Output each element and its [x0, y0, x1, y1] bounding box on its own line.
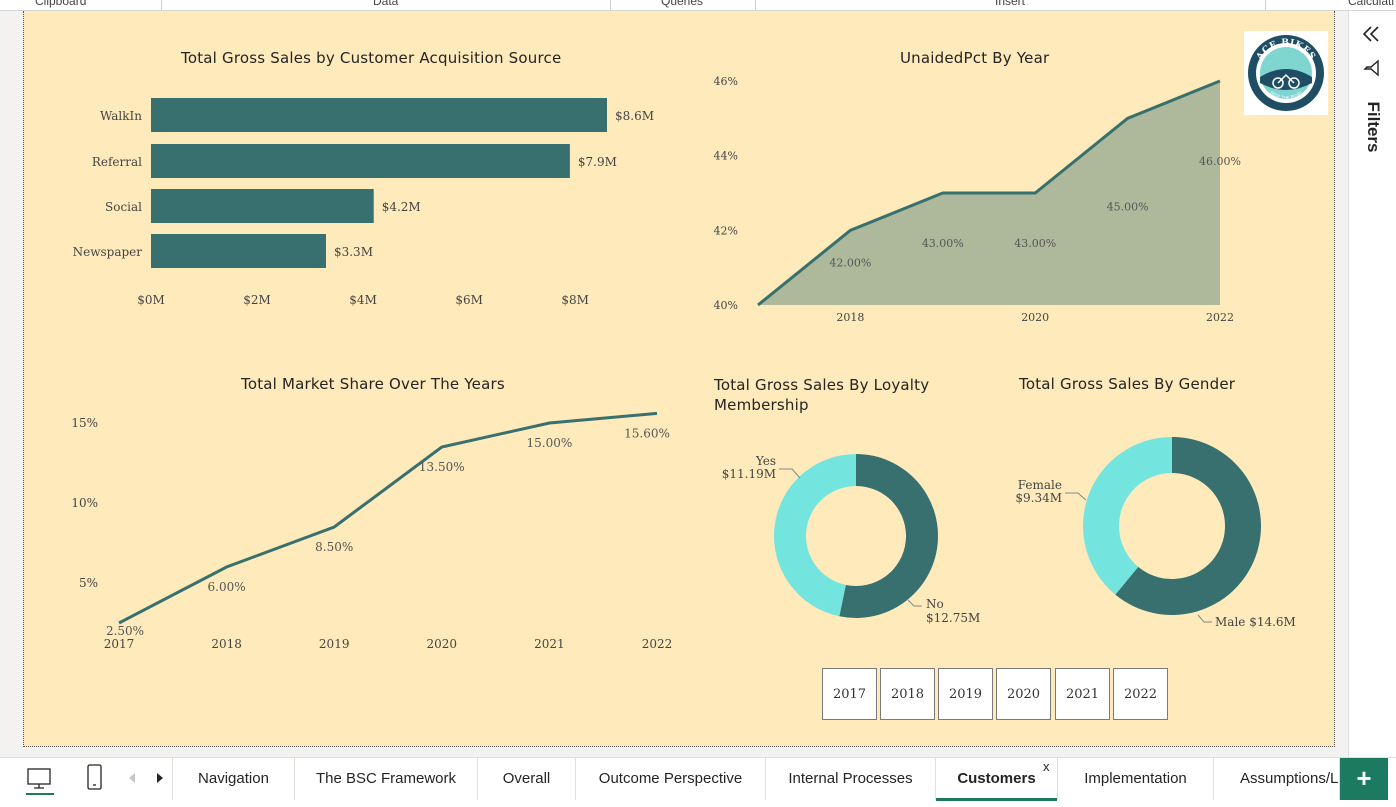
y-tick-label: 44% [714, 150, 738, 163]
loyalty-donut-chart[interactable]: Yes$11.19M No$12.75M [710, 420, 1010, 640]
x-tick-label: 2022 [642, 637, 673, 651]
bar [151, 234, 326, 268]
market-share-line-chart[interactable]: 5% 10% 15% 2017 2018 2019 2020 2021 2022 2.50% 6.0… [60, 410, 700, 660]
filters-label[interactable]: Filters [1363, 87, 1383, 167]
data-label: $4.2M [382, 200, 421, 214]
page-tab-bar: Navigation The BSC Framework Overall Out… [0, 757, 1396, 807]
close-tab-icon[interactable]: x [1043, 759, 1050, 774]
x-tick-label: $6M [455, 293, 483, 307]
data-label: $8.6M [615, 109, 654, 123]
x-tick-label: $2M [243, 293, 271, 307]
y-tick-label: 46% [714, 75, 738, 88]
x-tick-label: 2021 [534, 637, 565, 651]
data-label: $7.9M [578, 155, 617, 169]
bar [151, 189, 374, 223]
add-page-button[interactable]: + [1340, 758, 1388, 800]
slice-category-label: Male $14.6M [1215, 615, 1296, 629]
bar [151, 144, 570, 178]
data-label: 46.00% [1199, 155, 1241, 168]
donut-slice [773, 454, 856, 617]
year-slicer-option[interactable]: 2018 [880, 668, 935, 720]
series-line [118, 411, 658, 625]
tab-outcome-perspective[interactable]: Outcome Perspective [576, 758, 766, 800]
phone-icon [87, 764, 102, 790]
tab-internal-processes[interactable]: Internal Processes [766, 758, 936, 800]
data-label: 43.00% [1014, 237, 1056, 250]
data-label: 42.00% [829, 256, 871, 269]
gender-chart-title: Total Gross Sales By Gender [1019, 375, 1236, 393]
x-tick-label: $0M [137, 293, 165, 307]
funnel-icon[interactable] [1363, 59, 1381, 77]
y-tick-label: 5% [79, 576, 98, 590]
x-tick-label: 2017 [104, 637, 135, 651]
data-label: 15.00% [527, 436, 573, 450]
x-tick-label: 2020 [1021, 311, 1049, 324]
y-tick-label: 40% [714, 299, 738, 312]
leader-line [1065, 492, 1087, 501]
triangle-right-icon[interactable] [155, 771, 165, 785]
y-tick-label: 15% [71, 416, 98, 430]
ribbon-group-insert[interactable]: Insert [995, 0, 1025, 8]
y-tick-label: 10% [71, 496, 98, 510]
data-label: 15.60% [624, 426, 670, 440]
donut-slice [1083, 437, 1172, 595]
year-slicer-option[interactable]: 2020 [996, 668, 1051, 720]
slice-category-label: Female [1018, 478, 1062, 492]
tab-navigation[interactable]: Navigation [173, 758, 295, 800]
leader-line [1197, 614, 1212, 623]
tab-customers[interactable]: Customers [936, 758, 1058, 801]
data-label: $3.3M [334, 245, 373, 259]
leader-line [779, 468, 801, 479]
slice-value-label: $12.75M [926, 611, 980, 625]
gender-donut-chart[interactable]: Female$9.34M Male $14.6M [1010, 420, 1330, 640]
year-slicer-option[interactable]: 2019 [938, 668, 993, 720]
ace-bikes-logo: ACE BIKES RIDE THE ROAD [1244, 31, 1328, 115]
data-label: 8.50% [315, 540, 353, 554]
data-label: 2.50% [106, 624, 144, 638]
data-label: 43.00% [922, 237, 964, 250]
category-label: WalkIn [100, 109, 142, 123]
monitor-icon [26, 768, 54, 795]
data-label: 6.00% [208, 580, 246, 594]
double-chevron-left-icon[interactable] [1361, 25, 1381, 43]
desktop-view-button[interactable] [26, 766, 54, 796]
loyalty-chart-title: Total Gross Sales By Loyalty Membership [714, 376, 930, 414]
category-label: Social [105, 200, 142, 214]
mobile-view-button[interactable] [86, 764, 104, 792]
tab-assumptions[interactable]: Assumptions/L [1214, 758, 1340, 800]
market-share-chart-title: Total Market Share Over The Years [241, 375, 505, 393]
year-slicer-option[interactable]: 2021 [1055, 668, 1110, 720]
year-slicer-option[interactable]: 2017 [822, 668, 877, 720]
acquisition-bar-chart[interactable]: WalkIn $8.6M Referral $7.9M Social $4.2M Newsp… [0, 0, 700, 320]
unaided-area-chart[interactable]: 40% 42% 44% 46% 2018 2020 2022 42.00% 43.00% 43.0… [700, 60, 1260, 340]
slice-value-label: $9.34M [1015, 491, 1062, 505]
data-label: 13.50% [419, 460, 465, 474]
tab-overall[interactable]: Overall [478, 758, 576, 800]
y-tick-label: 42% [714, 224, 738, 237]
x-tick-label: 2018 [211, 637, 242, 651]
triangle-left-icon[interactable] [127, 771, 137, 785]
x-tick-label: 2019 [319, 637, 350, 651]
x-tick-label: 2018 [836, 311, 864, 324]
x-tick-label: $8M [561, 293, 589, 307]
data-label: 45.00% [1107, 200, 1149, 213]
slice-category-label: No [926, 597, 944, 611]
slice-value-label: $11.19M [722, 467, 776, 481]
x-tick-label: 2020 [427, 637, 458, 651]
category-label: Referral [92, 155, 142, 169]
tab-implementation[interactable]: Implementation [1058, 758, 1214, 800]
slice-category-label: Yes [755, 454, 776, 468]
x-tick-label: $4M [349, 293, 377, 307]
bar [151, 98, 607, 132]
year-slicer-option[interactable]: 2022 [1113, 668, 1168, 720]
ribbon-group-calculations[interactable]: Calculati [1348, 0, 1394, 8]
tab-bsc-framework[interactable]: The BSC Framework [295, 758, 478, 800]
leader-line [907, 599, 922, 607]
x-tick-label: 2022 [1206, 311, 1234, 324]
category-label: Newspaper [73, 245, 143, 259]
filters-pane[interactable]: Filters [1348, 11, 1396, 757]
